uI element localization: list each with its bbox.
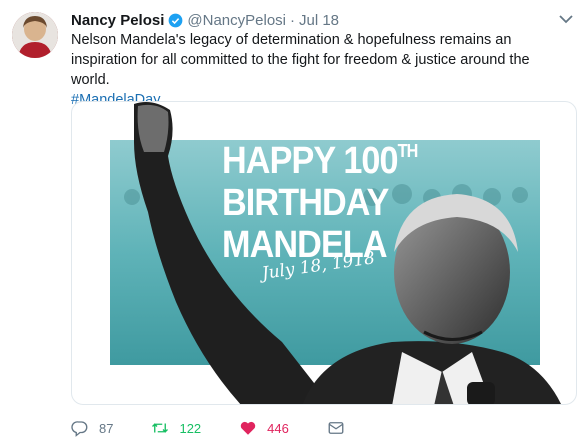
- retweet-icon: [152, 423, 169, 433]
- poster-line-2: BIRTHDAY: [222, 182, 389, 224]
- retweet-button[interactable]: 122: [151, 419, 201, 437]
- poster-line-1: HAPPY 100TH: [222, 140, 419, 182]
- reply-button[interactable]: 87: [71, 419, 113, 437]
- reply-count: 87: [99, 420, 114, 436]
- envelope-icon: [328, 422, 344, 434]
- poster-headline: HAPPY 100TH BIRTHDAY MANDELA: [222, 140, 439, 266]
- avatar[interactable]: [12, 12, 58, 58]
- heart-icon: [240, 421, 256, 435]
- tweet-date[interactable]: Jul 18: [299, 12, 339, 29]
- author-name[interactable]: Nancy Pelosi: [71, 12, 164, 29]
- tweet-text-block: Nelson Mandela's legacy of determination…: [71, 30, 571, 110]
- tweet-header: Nancy Pelosi @NancyPelosi · Jul 18: [71, 10, 339, 30]
- separator-dot: ·: [290, 11, 295, 29]
- like-button[interactable]: 446: [239, 419, 289, 437]
- tweet-media[interactable]: HAPPY 100TH BIRTHDAY MANDELA July 18, 19…: [71, 101, 577, 405]
- retweet-count: 122: [179, 420, 202, 436]
- verified-badge-icon: [169, 13, 183, 27]
- tweet-text: Nelson Mandela's legacy of determination…: [71, 32, 530, 88]
- avatar-image: [12, 12, 58, 58]
- like-count: 446: [267, 420, 289, 436]
- reply-icon: [71, 421, 88, 437]
- poster-superscript: TH: [397, 141, 419, 161]
- chevron-down-icon[interactable]: [559, 14, 573, 24]
- direct-message-button[interactable]: [327, 419, 345, 437]
- tweet-actions: 87 122 446: [71, 418, 383, 438]
- author-handle[interactable]: @NancyPelosi: [187, 12, 286, 29]
